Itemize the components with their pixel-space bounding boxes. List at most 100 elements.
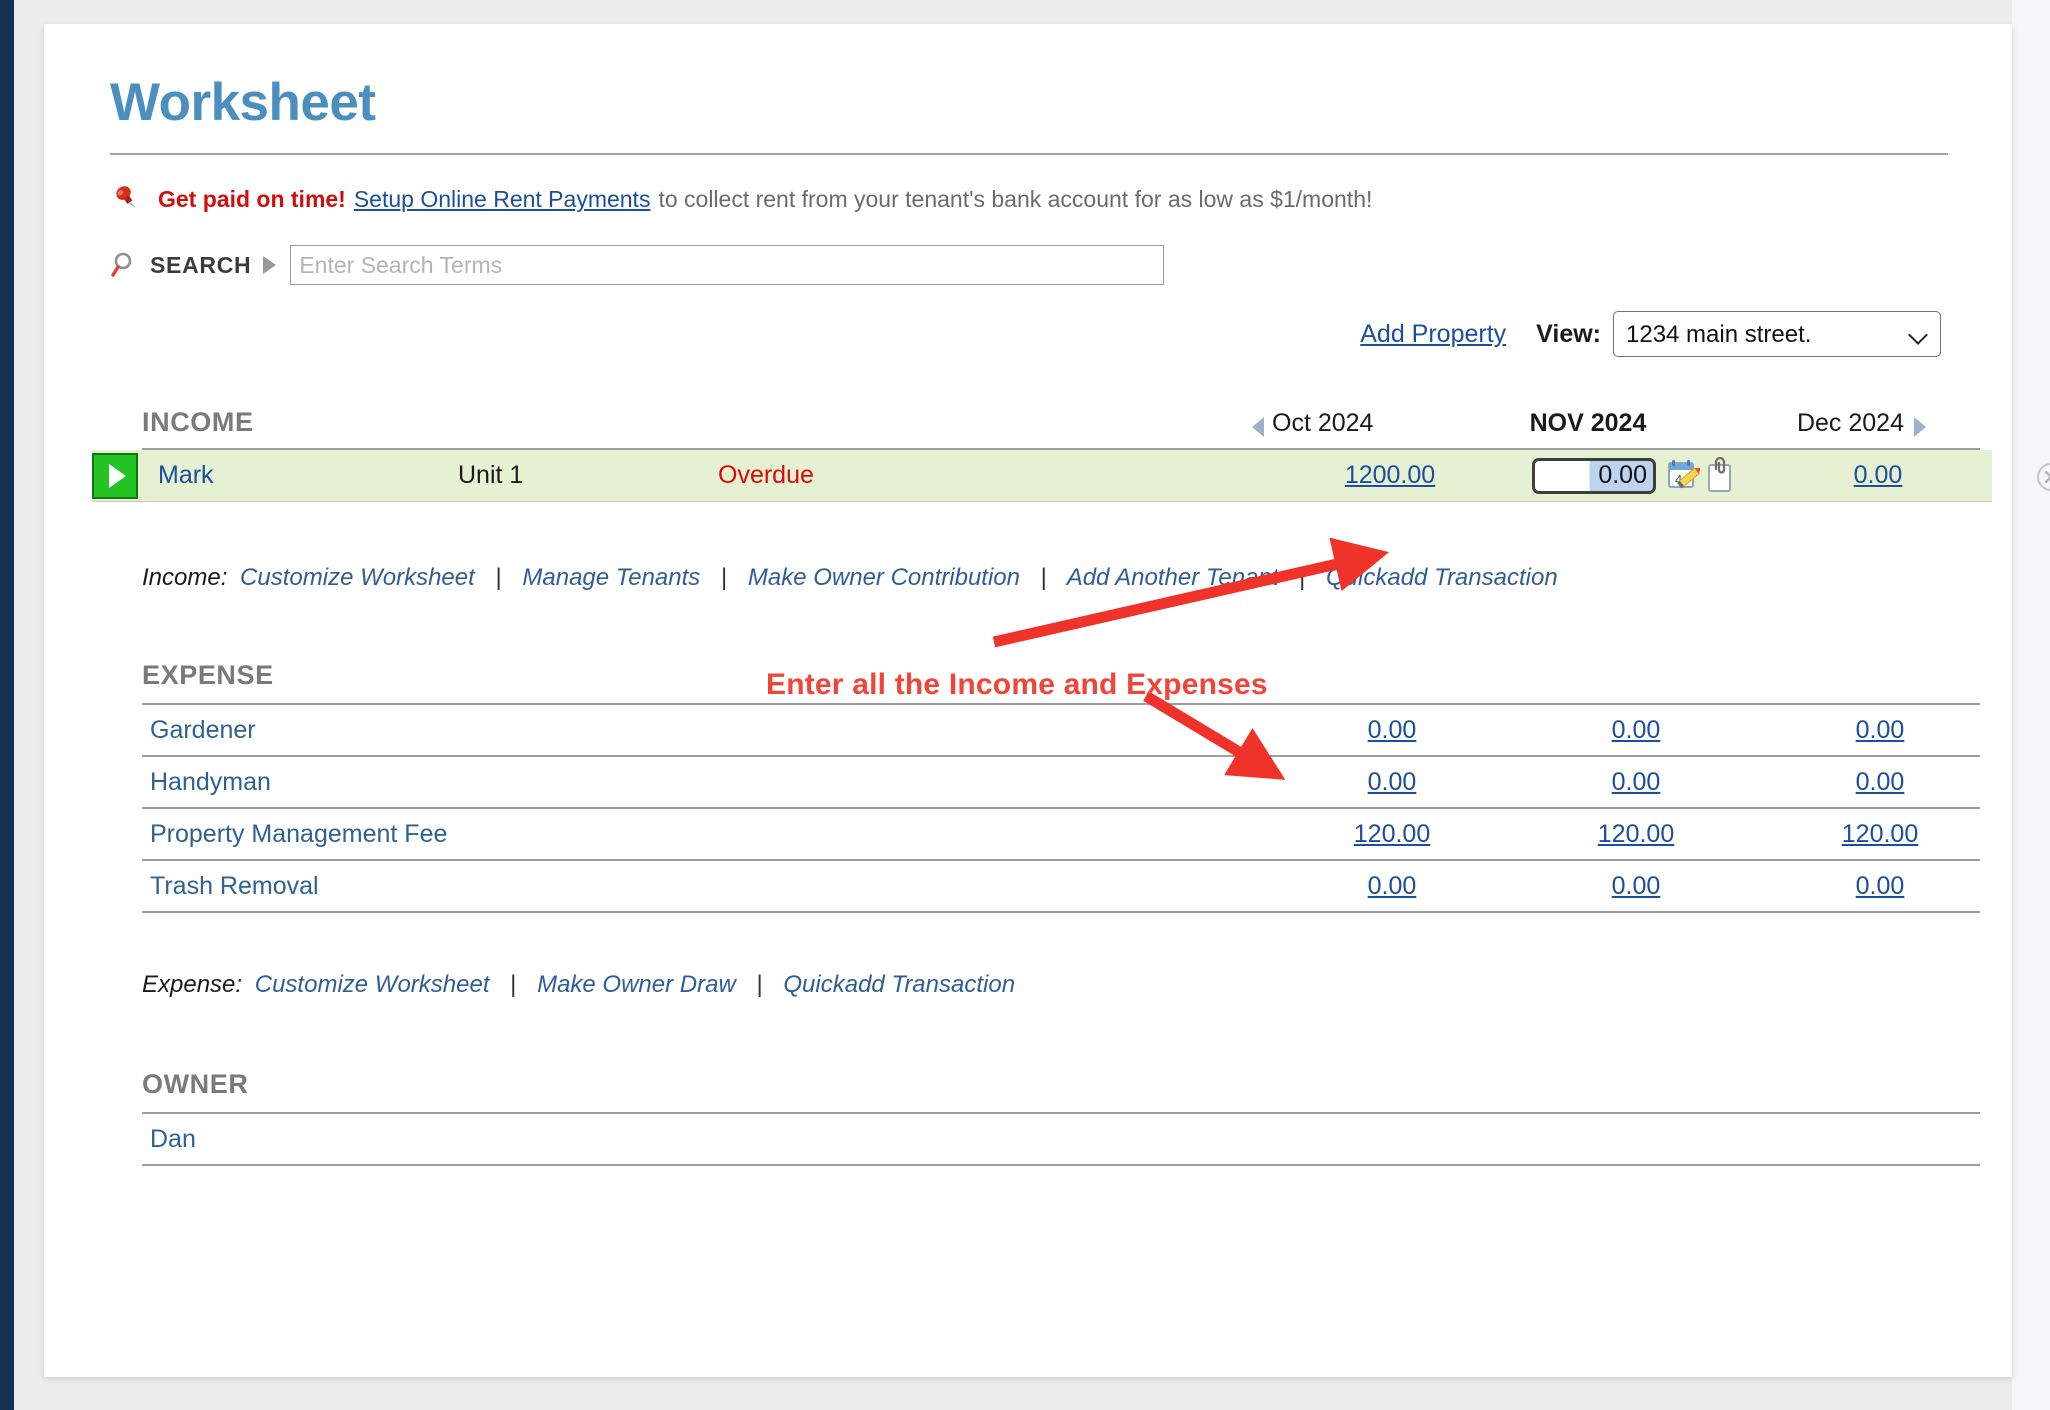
owner-section-header: OWNER xyxy=(110,1069,1946,1100)
amount-cell-next: 120.00 xyxy=(1780,820,1980,849)
notice-headline: Get paid on time! xyxy=(158,186,346,214)
month-header-next-label: Dec 2024 xyxy=(1797,409,1904,437)
property-select[interactable]: 1234 main street. xyxy=(1613,311,1941,357)
owner-name-link[interactable]: Dan xyxy=(142,1125,196,1154)
expense-amount-current-link[interactable]: 0.00 xyxy=(1612,716,1661,744)
expense-link-make-owner-draw[interactable]: Make Owner Draw xyxy=(537,971,736,998)
expense-name-link[interactable]: Property Management Fee xyxy=(142,820,447,849)
income-link-add-another-tenant[interactable]: Add Another Tenant xyxy=(1067,564,1279,591)
income-section-header: INCOME Oct 2024 NOV 2024 Dec 2024 xyxy=(110,407,1946,438)
table-row: Dan xyxy=(142,1114,1980,1166)
amount-cell-prev: 0.00 xyxy=(1292,768,1492,797)
amount-cell-prev: 0.00 xyxy=(1292,872,1492,901)
link-separator: | xyxy=(721,564,727,591)
table-row: Handyman 0.00 0.00 0.00 xyxy=(142,757,1980,809)
search-row: SEARCH xyxy=(110,245,1946,285)
amount-cell-current: 120.00 xyxy=(1492,820,1780,849)
amount-cell-current: 4 xyxy=(1490,457,1778,495)
expense-amount-next-link[interactable]: 0.00 xyxy=(1856,872,1905,900)
link-separator: | xyxy=(1299,564,1305,591)
property-select-wrapper: 1234 main street. xyxy=(1613,311,1941,357)
amount-cell-next: 0.00 xyxy=(1780,768,1980,797)
amount-cell-prev: 0.00 xyxy=(1292,716,1492,745)
search-icon xyxy=(110,250,140,280)
expense-amount-prev-link[interactable]: 0.00 xyxy=(1368,716,1417,744)
title-divider xyxy=(110,153,1948,155)
expense-amount-cells: 0.00 0.00 0.00 xyxy=(1292,872,1980,901)
view-label: View: xyxy=(1536,320,1601,349)
income-footer-links: Income: Customize Worksheet | Manage Ten… xyxy=(142,564,1946,592)
table-row: Gardener 0.00 0.00 0.00 xyxy=(142,705,1980,757)
amount-cell-next: 0.00 xyxy=(1778,461,1978,490)
income-link-customize-worksheet[interactable]: Customize Worksheet xyxy=(240,564,475,591)
search-label: SEARCH xyxy=(150,252,251,279)
next-month-arrow-icon[interactable] xyxy=(1914,417,1926,437)
add-property-link[interactable]: Add Property xyxy=(1360,320,1506,349)
expense-name-link[interactable]: Trash Removal xyxy=(142,872,319,901)
expense-footer-lead: Expense: xyxy=(142,971,242,998)
amount-cell-next: 0.00 xyxy=(1780,872,1980,901)
tenant-amount-next-link[interactable]: 0.00 xyxy=(1854,461,1903,489)
expense-amount-current-link[interactable]: 120.00 xyxy=(1598,820,1674,848)
calendar-edit-icon[interactable]: 4 xyxy=(1666,457,1700,495)
prev-month-arrow-icon[interactable] xyxy=(1252,417,1264,437)
paperclip-note-icon[interactable] xyxy=(1702,457,1736,495)
income-link-quickadd-transaction[interactable]: Quickadd Transaction xyxy=(1326,564,1558,591)
expense-name-link[interactable]: Gardener xyxy=(142,716,256,745)
amount-cell-prev: 1200.00 xyxy=(1290,461,1490,490)
notice-body-text: to collect rent from your tenant's bank … xyxy=(658,186,1372,214)
table-row: Trash Removal 0.00 0.00 0.00 xyxy=(142,861,1980,913)
month-header-next[interactable]: Dec 2024 xyxy=(1732,409,1932,438)
month-header-current-label: NOV 2024 xyxy=(1530,409,1647,437)
income-link-make-owner-contribution[interactable]: Make Owner Contribution xyxy=(748,564,1020,591)
expense-link-customize-worksheet[interactable]: Customize Worksheet xyxy=(255,971,490,998)
expense-amount-next-link[interactable]: 0.00 xyxy=(1856,716,1905,744)
income-section-label: INCOME xyxy=(142,407,254,438)
expense-section-header: EXPENSE xyxy=(110,660,1946,691)
link-separator: | xyxy=(1041,564,1047,591)
promo-notice: Get paid on time! Setup Online Rent Paym… xyxy=(110,185,1946,215)
month-header-prev-label: Oct 2024 xyxy=(1272,409,1373,437)
expense-amount-next-link[interactable]: 120.00 xyxy=(1842,820,1918,848)
left-edge-rail xyxy=(0,0,14,1410)
search-expand-icon[interactable] xyxy=(263,256,276,274)
tenant-amount-input[interactable] xyxy=(1532,458,1656,494)
income-footer-lead: Income: xyxy=(142,564,227,591)
setup-online-rent-payments-link[interactable]: Setup Online Rent Payments xyxy=(354,186,651,214)
link-separator: | xyxy=(495,564,501,591)
status-badge: Overdue xyxy=(718,461,814,490)
close-icon[interactable] xyxy=(2036,462,2050,492)
income-link-manage-tenants[interactable]: Manage Tenants xyxy=(522,564,700,591)
expense-amount-cells: 120.00 120.00 120.00 xyxy=(1292,820,1980,849)
expand-row-button[interactable] xyxy=(92,453,138,499)
amount-cell-current: 0.00 xyxy=(1492,872,1780,901)
expense-footer-links: Expense: Customize Worksheet | Make Owne… xyxy=(142,971,1946,999)
row-action-icons: 4 xyxy=(1666,457,1736,495)
expense-amount-prev-link[interactable]: 0.00 xyxy=(1368,872,1417,900)
expense-link-quickadd-transaction[interactable]: Quickadd Transaction xyxy=(783,971,1015,998)
link-separator: | xyxy=(756,971,762,998)
month-header-prev[interactable]: Oct 2024 xyxy=(1244,409,1444,438)
right-gutter xyxy=(2012,0,2050,1410)
amount-cell-current: 0.00 xyxy=(1492,768,1780,797)
page-title: Worksheet xyxy=(110,24,1946,131)
amount-cell-current: 0.00 xyxy=(1492,716,1780,745)
expense-amount-prev-link[interactable]: 120.00 xyxy=(1354,820,1430,848)
play-triangle-icon xyxy=(109,464,126,488)
worksheet-card: Worksheet Get paid on time! Setup Online… xyxy=(44,24,2012,1377)
expense-amount-cells: 0.00 0.00 0.00 xyxy=(1292,768,1980,797)
tenant-amount-cells: 1200.00 4 xyxy=(1290,457,1992,495)
search-input[interactable] xyxy=(290,245,1164,285)
expense-amount-next-link[interactable]: 0.00 xyxy=(1856,768,1905,796)
expense-amount-cells: 0.00 0.00 0.00 xyxy=(1292,716,1980,745)
expense-name-link[interactable]: Handyman xyxy=(142,768,271,797)
expense-amount-prev-link[interactable]: 0.00 xyxy=(1368,768,1417,796)
link-separator: | xyxy=(510,971,516,998)
tenant-name-link[interactable]: Mark xyxy=(158,461,458,490)
month-header-current: NOV 2024 xyxy=(1444,409,1732,438)
table-row: Property Management Fee 120.00 120.00 12… xyxy=(142,809,1980,861)
expense-section-label: EXPENSE xyxy=(142,660,274,690)
expense-amount-current-link[interactable]: 0.00 xyxy=(1612,872,1661,900)
expense-amount-current-link[interactable]: 0.00 xyxy=(1612,768,1661,796)
tenant-amount-prev-link[interactable]: 1200.00 xyxy=(1345,461,1435,489)
